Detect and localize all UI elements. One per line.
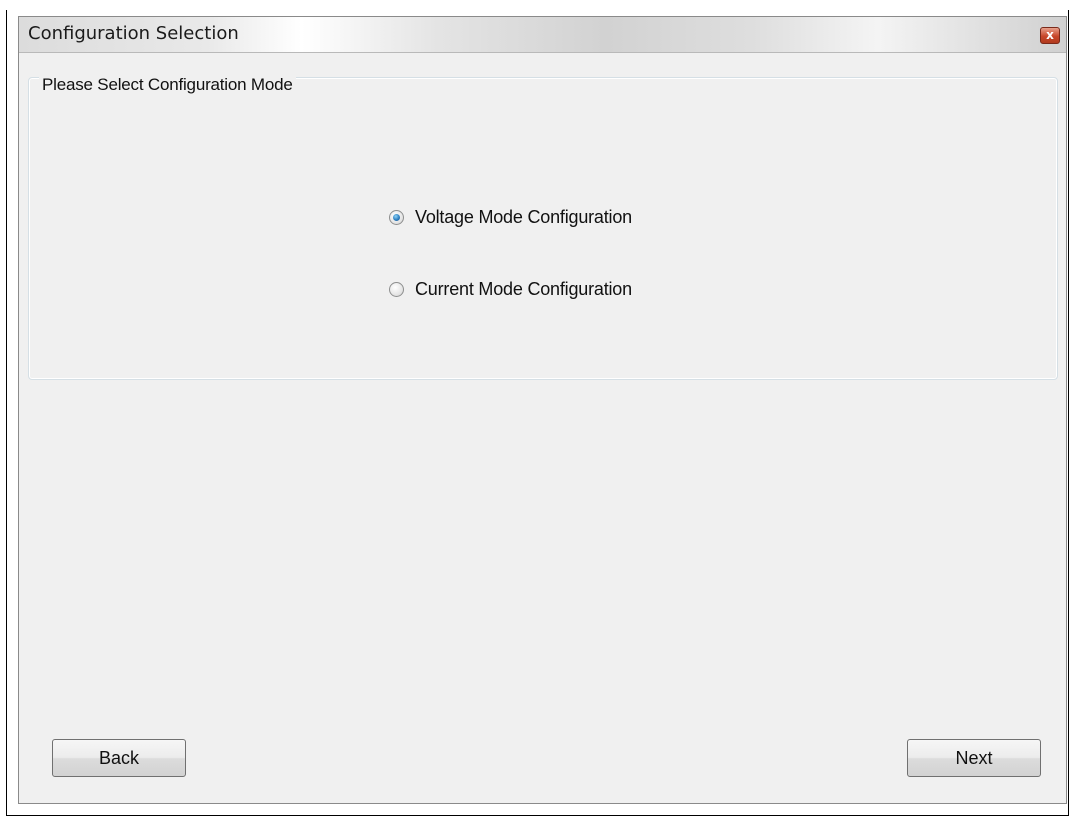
next-button[interactable]: Next (907, 739, 1041, 777)
radio-voltage-mode-label[interactable]: Voltage Mode Configuration (415, 207, 632, 228)
radio-current-mode-label[interactable]: Current Mode Configuration (415, 279, 632, 300)
configuration-mode-groupbox (28, 77, 1058, 380)
window-title: Configuration Selection (28, 23, 239, 44)
groupbox-legend: Please Select Configuration Mode (39, 75, 296, 95)
radio-button-checked-icon[interactable] (389, 210, 404, 225)
radio-current-mode[interactable]: Current Mode Configuration (389, 279, 632, 300)
close-icon[interactable]: x (1040, 27, 1060, 44)
dialog-content: Please Select Configuration Mode Voltage… (19, 53, 1066, 803)
radio-voltage-mode[interactable]: Voltage Mode Configuration (389, 207, 632, 228)
configuration-selection-window: Configuration Selection x Please Select … (18, 16, 1067, 804)
radio-button-unchecked-icon[interactable] (389, 282, 404, 297)
title-bar: Configuration Selection x (19, 17, 1066, 53)
back-button[interactable]: Back (52, 739, 186, 777)
